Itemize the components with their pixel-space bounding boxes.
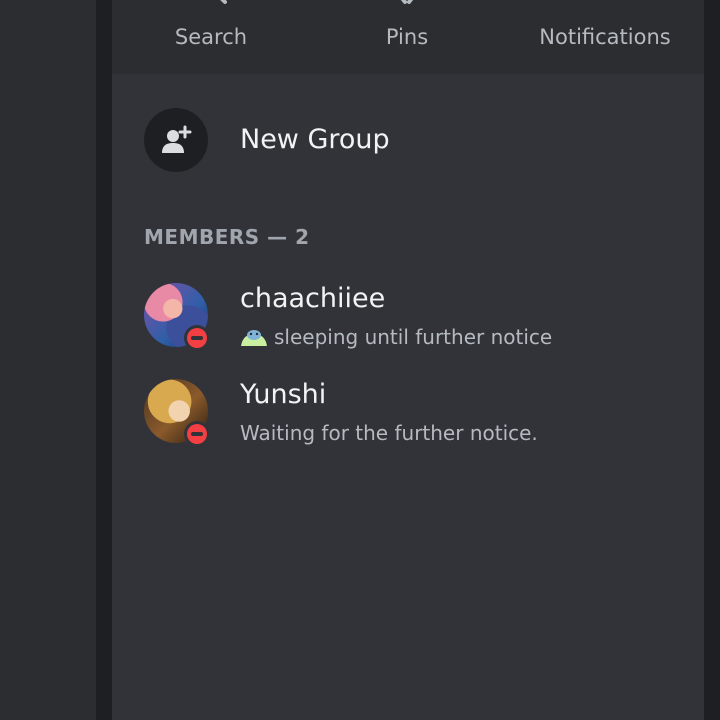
members-section-header: MEMBERS — 2 xyxy=(144,225,310,249)
member-status-text: sleeping until further notice xyxy=(274,325,553,349)
divider xyxy=(96,0,112,720)
pin-icon xyxy=(391,0,423,14)
dnd-status-icon xyxy=(184,325,210,351)
notifications-label: Notifications xyxy=(539,25,671,49)
new-group-button[interactable]: New Group xyxy=(144,108,684,172)
member-custom-status: Waiting for the further notice. xyxy=(240,421,538,445)
search-button[interactable]: Search xyxy=(156,0,266,74)
search-label: Search xyxy=(174,25,248,49)
sleeping-emoji-icon xyxy=(240,326,268,348)
member-name: Yunshi xyxy=(240,379,327,410)
member-row[interactable]: Yunshi Waiting for the further notice. xyxy=(144,379,684,447)
member-name: chaachiiee xyxy=(240,283,386,314)
dnd-status-icon xyxy=(184,421,210,447)
channel-list-edge xyxy=(0,0,96,720)
channel-action-bar: Search Pins Notifications xyxy=(112,0,704,74)
add-person-icon xyxy=(144,108,208,172)
members-panel: Search Pins Notifications New Group MEMB… xyxy=(112,0,704,720)
screen-edge xyxy=(704,0,720,720)
member-custom-status: sleeping until further notice xyxy=(240,325,552,349)
pins-button[interactable]: Pins xyxy=(362,0,452,74)
member-status-text: Waiting for the further notice. xyxy=(240,421,538,445)
new-group-label: New Group xyxy=(240,124,390,155)
search-icon xyxy=(191,0,231,14)
pins-label: Pins xyxy=(385,25,429,49)
member-row[interactable]: chaachiiee sleeping until further notice xyxy=(144,283,684,351)
bell-icon xyxy=(585,0,625,14)
notifications-button[interactable]: Notifications xyxy=(530,0,680,74)
